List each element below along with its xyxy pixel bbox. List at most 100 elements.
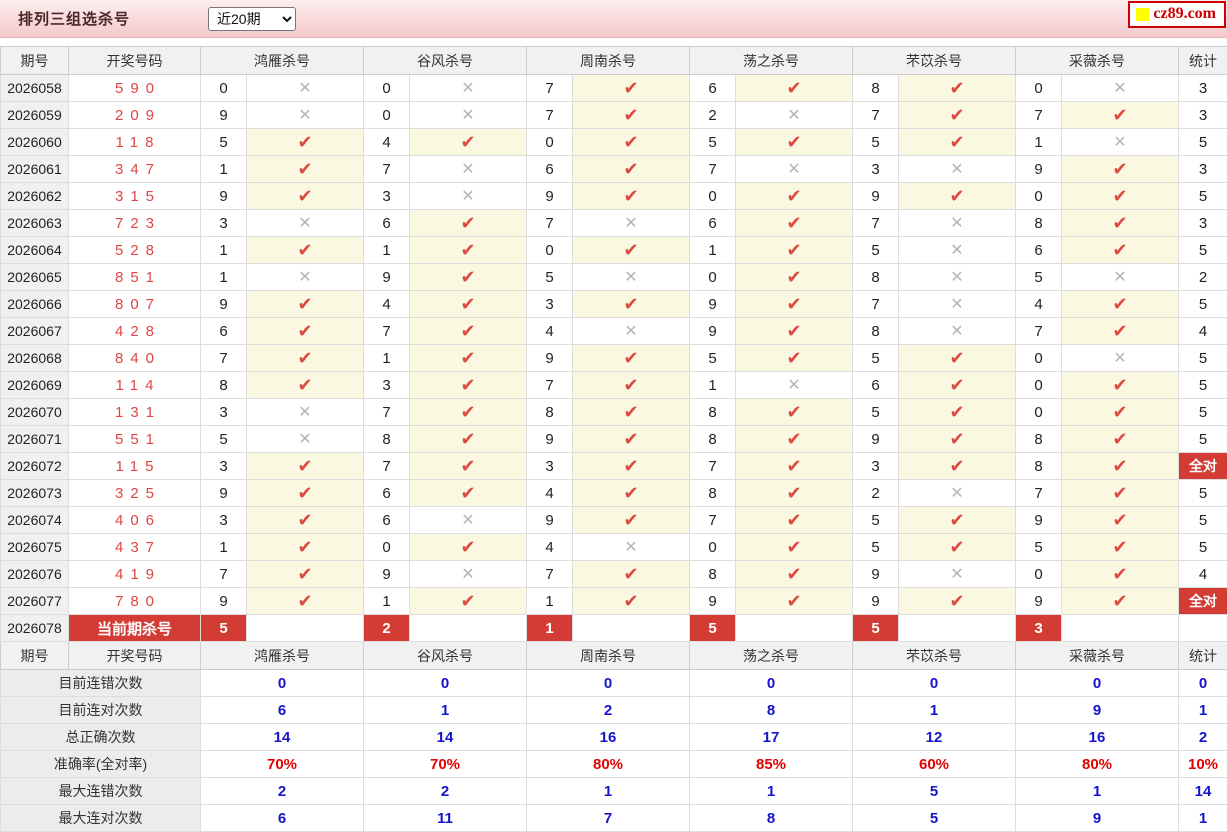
cross-icon: ✕ [461, 566, 474, 583]
check-icon: ✔ [786, 240, 801, 260]
kill-number-cell: 1 [690, 237, 736, 264]
summary-value-cell: 0 [690, 670, 853, 697]
kill-number-cell: 0 [690, 264, 736, 291]
site-logo[interactable]: cz89.com [1128, 1, 1226, 28]
check-icon: ✔ [949, 348, 964, 368]
check-icon: ✔ [786, 213, 801, 233]
kill-mark-cell: ✔ [899, 345, 1016, 372]
kill-number-cell: 7 [201, 561, 247, 588]
kill-number-cell: 1 [364, 237, 410, 264]
kill-number-cell: 5 [1016, 534, 1062, 561]
kill-mark-cell: ✔ [410, 372, 527, 399]
summary-row: 最大连错次数22115114 [1, 778, 1227, 805]
period-cell: 2026065 [1, 264, 69, 291]
kill-number-cell: 5 [853, 345, 899, 372]
table-row: 20260733259✔6✔4✔8✔2✕7✔5 [1, 480, 1227, 507]
kill-number-cell: 9 [853, 426, 899, 453]
kill-mark-cell: ✔ [573, 399, 690, 426]
kill-number-cell: 3 [853, 156, 899, 183]
check-icon: ✔ [949, 186, 964, 206]
column-header: 谷风杀号 [364, 47, 527, 75]
check-icon: ✔ [623, 186, 638, 206]
kill-mark-cell: ✔ [899, 183, 1016, 210]
kill-mark-cell: ✔ [573, 291, 690, 318]
current-period-row: 2026078当前期杀号521553 [1, 615, 1227, 642]
summary-value-cell: 6 [201, 697, 364, 724]
kill-number-cell: 1 [364, 588, 410, 615]
kill-mark-cell: ✔ [899, 129, 1016, 156]
check-icon: ✔ [460, 429, 475, 449]
kill-number-cell: 9 [201, 480, 247, 507]
check-icon: ✔ [1112, 375, 1127, 395]
kill-mark-cell: ✔ [1062, 588, 1179, 615]
table-row: 20260715515✕8✔9✔8✔9✔8✔5 [1, 426, 1227, 453]
stat-cell: 5 [1179, 426, 1227, 453]
empty-mark-cell [1062, 615, 1179, 642]
kill-mark-cell: ✕ [899, 480, 1016, 507]
kill-mark-cell: ✔ [247, 156, 364, 183]
kill-number-cell: 1 [527, 588, 573, 615]
period-cell: 2026073 [1, 480, 69, 507]
draw-number-cell: 209 [69, 102, 201, 129]
kill-number-cell: 4 [1016, 291, 1062, 318]
period-cell: 2026068 [1, 345, 69, 372]
kill-mark-cell: ✔ [410, 426, 527, 453]
check-icon: ✔ [786, 429, 801, 449]
kill-number-cell: 7 [364, 453, 410, 480]
summary-value-cell: 2 [364, 778, 527, 805]
kill-number-cell: 0 [1016, 75, 1062, 102]
check-icon: ✔ [623, 564, 638, 584]
summary-value-cell: 5 [853, 778, 1016, 805]
check-icon: ✔ [623, 78, 638, 98]
check-icon: ✔ [623, 132, 638, 152]
summary-row: 目前连对次数6128191 [1, 697, 1227, 724]
column-header: 周南杀号 [527, 47, 690, 75]
summary-value-cell: 16 [1016, 724, 1179, 751]
kill-mark-cell: ✔ [247, 534, 364, 561]
kill-number-cell: 0 [690, 183, 736, 210]
column-header: 期号 [1, 642, 69, 670]
check-icon: ✔ [1112, 591, 1127, 611]
kill-mark-cell: ✔ [573, 129, 690, 156]
summary-value-cell: 8 [690, 805, 853, 832]
current-kill-label: 当前期杀号 [69, 615, 201, 642]
kill-mark-cell: ✔ [247, 480, 364, 507]
kill-number-cell: 7 [527, 210, 573, 237]
kill-number-cell: 7 [364, 399, 410, 426]
kill-number-cell: 1 [364, 345, 410, 372]
cross-icon: ✕ [787, 107, 800, 124]
empty-mark-cell [899, 615, 1016, 642]
kill-number-cell: 9 [527, 507, 573, 534]
summary-value-cell: 14 [364, 724, 527, 751]
summary-value-cell: 2 [201, 778, 364, 805]
check-icon: ✔ [297, 159, 312, 179]
kill-number-cell: 3 [527, 453, 573, 480]
kill-mark-cell: ✕ [410, 156, 527, 183]
period-cell: 2026067 [1, 318, 69, 345]
kill-mark-cell: ✔ [899, 399, 1016, 426]
kill-mark-cell: ✔ [573, 507, 690, 534]
period-cell: 2026059 [1, 102, 69, 129]
cross-icon: ✕ [1113, 269, 1126, 286]
check-icon: ✔ [297, 348, 312, 368]
column-header: 统计 [1179, 642, 1227, 670]
table-row: 20260754371✔0✔4✕0✔5✔5✔5 [1, 534, 1227, 561]
summary-value-cell: 70% [364, 751, 527, 778]
check-icon: ✔ [460, 348, 475, 368]
check-icon: ✔ [949, 429, 964, 449]
kill-number-cell: 5 [853, 534, 899, 561]
cross-icon: ✕ [950, 296, 963, 313]
kill-mark-cell: ✔ [899, 102, 1016, 129]
kill-number-cell: 1 [201, 237, 247, 264]
kill-mark-cell: ✔ [1062, 453, 1179, 480]
kill-number-cell: 0 [1016, 561, 1062, 588]
draw-number-cell: 325 [69, 480, 201, 507]
summary-label: 准确率(全对率) [1, 751, 201, 778]
range-select[interactable]: 近20期 [208, 7, 296, 31]
stat-cell: 4 [1179, 561, 1227, 588]
kill-number-cell: 0 [1016, 372, 1062, 399]
kill-number-cell: 2 [690, 102, 736, 129]
stat-cell: 3 [1179, 210, 1227, 237]
kill-number-cell: 6 [690, 210, 736, 237]
period-cell: 2026061 [1, 156, 69, 183]
